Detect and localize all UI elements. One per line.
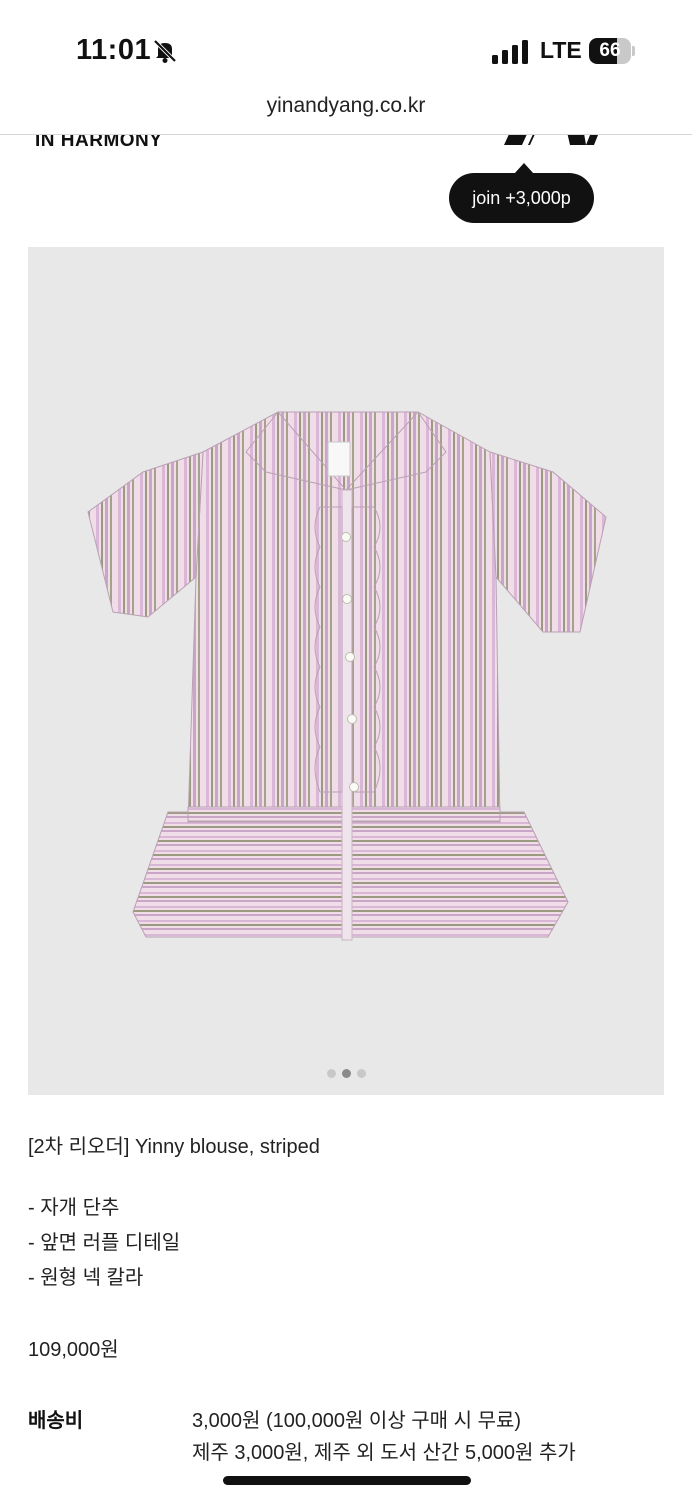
- carousel-indicator[interactable]: [28, 1065, 664, 1078]
- product-title: [2차 리오더] Yinny blouse, striped: [28, 1136, 320, 1158]
- shipping-fee-label: 배송비: [28, 1410, 84, 1432]
- join-points-tooltip[interactable]: join +3,000p: [449, 173, 594, 223]
- carousel-dot[interactable]: [356, 1069, 366, 1078]
- feature-item: - 앞면 러플 디테일: [28, 1232, 181, 1254]
- product-price: 109,000원: [28, 1339, 119, 1361]
- browser-url-bar[interactable]: yinandyang.co.kr: [0, 92, 692, 135]
- status-time: 11:01: [76, 34, 152, 66]
- carrier-label: LTE: [540, 37, 582, 63]
- url-text[interactable]: yinandyang.co.kr: [0, 94, 692, 118]
- feature-item: - 원형 넥 칼라: [28, 1267, 144, 1289]
- bell-slash-icon: [153, 39, 177, 63]
- feature-item: - 자개 단추: [28, 1197, 120, 1219]
- battery-icon: 66: [589, 38, 635, 64]
- carousel-dot[interactable]: [326, 1069, 336, 1078]
- shipping-fee-detail: 3,000원 (100,000원 이상 구매 시 무료): [192, 1410, 522, 1432]
- product-image-carousel[interactable]: [28, 247, 664, 1095]
- home-indicator[interactable]: [223, 1476, 471, 1485]
- product-features-list: - 자개 단추 - 앞면 러플 디테일 - 원형 넥 칼라: [28, 1195, 180, 1300]
- battery-level-text: 66: [599, 40, 621, 61]
- signal-bars-icon: [492, 40, 528, 64]
- carousel-dot-active[interactable]: [341, 1069, 351, 1078]
- shipping-fee-extra: 제주 3,000원, 제주 외 도서 산간 5,000원 추가: [192, 1442, 576, 1464]
- status-bar: 11:01 LTE 66: [0, 0, 692, 92]
- striped-blouse-image: [87, 411, 607, 941]
